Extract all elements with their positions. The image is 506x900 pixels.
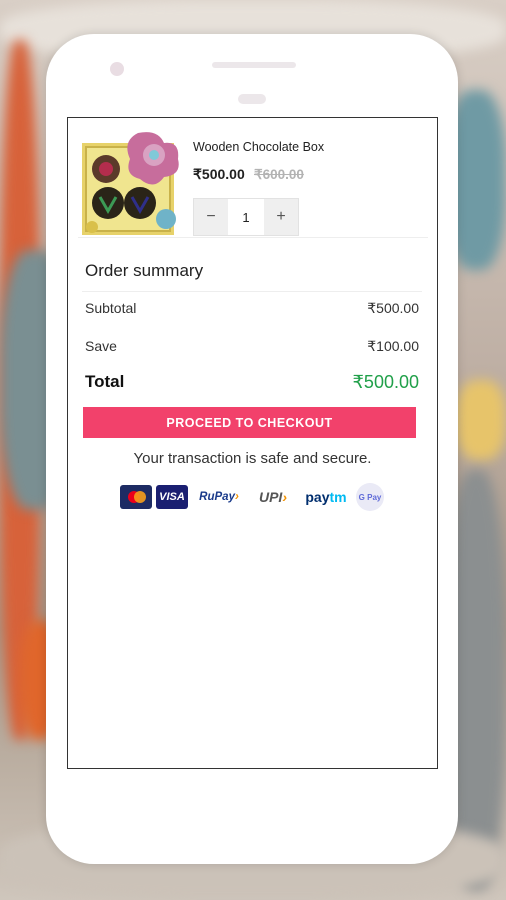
rupay-icon: RuPay › [199,491,239,503]
product-thumbnail[interactable] [78,131,183,237]
product-original-price: ₹600.00 [254,167,304,182]
proceed-to-checkout-button[interactable]: PROCEED TO CHECKOUT [83,407,416,438]
paytm-icon: pay tm [305,489,347,505]
total-row: Total ₹500.00 [85,372,419,393]
upi-icon: UPI › [258,489,287,505]
divider [82,291,422,292]
subtotal-value: ₹500.00 [367,300,419,316]
cart-item: Wooden Chocolate Box ₹500.00 ₹600.00 − 1… [78,126,428,238]
visa-icon: VISA [156,485,188,509]
secure-transaction-text: Your transaction is safe and secure. [133,450,372,467]
google-pay-icon: G Pay [356,483,384,511]
front-camera [110,62,124,76]
total-value: ₹500.00 [352,372,419,392]
mastercard-icon [120,485,152,509]
save-label: Save [85,338,117,354]
total-label: Total [85,372,125,391]
product-price: ₹500.00 [193,166,245,182]
save-row: Save ₹100.00 [85,338,419,355]
increase-quantity-button[interactable]: + [264,199,298,235]
earpiece-speaker [212,62,296,68]
phone-frame: Wooden Chocolate Box ₹500.00 ₹600.00 − 1… [46,34,458,864]
payment-methods: VISA RuPay › UPI › pay tm G Pay [120,483,384,511]
proximity-sensor [238,94,266,104]
cart-screen: Wooden Chocolate Box ₹500.00 ₹600.00 − 1… [67,117,438,769]
decrease-quantity-button[interactable]: − [194,199,228,235]
quantity-value: 1 [228,199,264,235]
save-value: ₹100.00 [367,338,419,354]
order-summary-title: Order summary [85,261,204,280]
product-name[interactable]: Wooden Chocolate Box [193,140,324,154]
subtotal-row: Subtotal ₹500.00 [85,300,419,317]
quantity-stepper: − 1 + [193,198,299,236]
subtotal-label: Subtotal [85,300,137,316]
